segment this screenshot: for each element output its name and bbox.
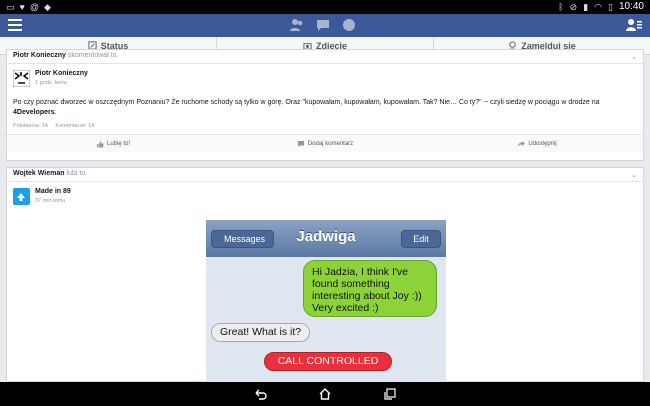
friend-requests-icon[interactable]	[290, 18, 304, 32]
post-author: Piotr Konieczny 1 godz. temu	[7, 64, 643, 92]
dropbox-icon: ◆	[44, 2, 51, 12]
author-name[interactable]: Made in 89	[35, 188, 71, 195]
friends-list-icon[interactable]	[626, 18, 642, 32]
messages-icon[interactable]	[316, 18, 330, 32]
story-actor[interactable]: Piotr Konieczny	[13, 52, 66, 59]
call-status-badge: CALL CONTROLLED	[264, 352, 392, 371]
avatar[interactable]	[13, 70, 30, 87]
author-name[interactable]: Piotr Konieczny	[35, 70, 88, 77]
outgoing-message: Hi Jadzia, I think I've found something …	[303, 260, 437, 317]
clock: 10:40	[618, 1, 644, 12]
signal-icon: ▮	[583, 1, 589, 12]
mute-icon: ⊘	[569, 1, 578, 12]
comment-count[interactable]: Komentarze: 14	[55, 123, 94, 129]
imessage-header: Messages Jadwiga Edit	[206, 220, 446, 257]
post-author: Made in 89 37 min temu	[7, 182, 643, 210]
android-navigation-bar	[0, 382, 650, 406]
story-header: Piotr Konieczny skomentował to. ⌄	[7, 50, 643, 64]
post-actions: Lubię to! Dodaj komentarz Udostępnij	[7, 134, 643, 152]
thumbs-up-icon	[96, 140, 104, 147]
like-button[interactable]: Lubię to!	[7, 135, 219, 152]
chevron-down-icon[interactable]: ⌄	[631, 170, 637, 182]
post-timestamp[interactable]: 1 godz. temu	[35, 80, 67, 86]
comment-icon	[297, 140, 304, 147]
notifications-globe-icon[interactable]	[342, 18, 356, 32]
post-body-end: .	[54, 109, 57, 116]
like-label: Lubię to!	[106, 140, 131, 147]
battery-icon: ▯	[608, 1, 613, 12]
at-icon: @	[29, 2, 39, 12]
bluetooth-icon: ᛒ	[558, 1, 564, 12]
post-photo[interactable]: Messages Jadwiga Edit Hi Jadzia, I think…	[206, 220, 446, 395]
facebook-header	[0, 14, 650, 37]
comment-button[interactable]: Dodaj komentarz	[219, 135, 431, 152]
engagement-counts: Polubienia: 14 Komentarze: 14	[7, 118, 643, 134]
home-icon[interactable]	[318, 387, 332, 401]
story-action: lubi to.	[66, 170, 88, 177]
story-action: skomentował to.	[67, 52, 119, 59]
feed-story: Wojtek Wieman lubi to. ⌄ Made in 89 37 m…	[6, 167, 644, 395]
share-button[interactable]: Udostępnij	[431, 135, 643, 152]
incoming-message: Great! What is it?	[211, 323, 311, 342]
comment-label: Dodaj komentarz	[307, 140, 354, 147]
recent-apps-icon[interactable]	[383, 387, 397, 401]
feed-story: Piotr Konieczny skomentował to. ⌄ Piotr …	[6, 49, 644, 161]
story-header: Wojtek Wieman lubi to. ⌄	[7, 168, 643, 182]
wifi-icon: ◠	[594, 1, 603, 12]
share-label: Udostępnij	[528, 140, 557, 147]
back-icon[interactable]	[253, 387, 267, 401]
edit-button: Edit	[401, 230, 441, 248]
avatar[interactable]	[13, 188, 30, 205]
system-status-bar: ▭ ♥ @ ◆ ᛒ ⊘ ▮ ◠ ▯ 10:40	[0, 0, 650, 14]
tv-icon: ▭	[6, 2, 15, 12]
chevron-down-icon[interactable]: ⌄	[631, 52, 637, 64]
post-body: Po czy poznać dworzec w oszczędnym Pozna…	[13, 99, 600, 106]
like-count[interactable]: Polubienia: 14	[13, 123, 48, 129]
share-icon	[518, 140, 526, 147]
story-actor[interactable]: Wojtek Wieman	[13, 170, 65, 177]
post-link[interactable]: 4Developers	[13, 109, 55, 116]
menu-icon[interactable]	[8, 19, 22, 31]
twitter-icon: ♥	[19, 2, 25, 12]
post-text: Po czy poznać dworzec w oszczędnym Pozna…	[7, 92, 643, 118]
post-timestamp[interactable]: 37 min temu	[35, 198, 65, 204]
